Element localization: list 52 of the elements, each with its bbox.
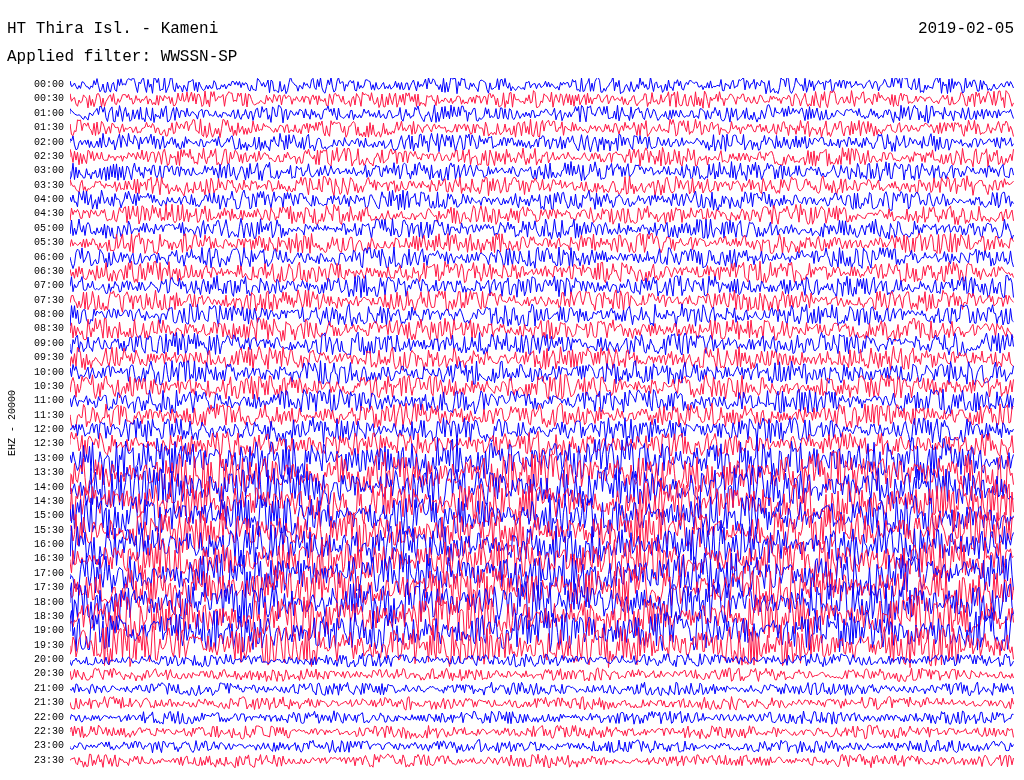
time-label: 07:30 [34, 293, 64, 308]
time-label: 12:00 [34, 423, 64, 437]
date-label: 2019-02-05 [918, 20, 1014, 40]
time-label: 01:30 [34, 121, 64, 136]
time-label: 23:30 [34, 753, 64, 768]
time-label: 15:00 [34, 509, 64, 524]
time-label: 06:00 [34, 250, 64, 265]
channel-label: EHZ - 20000 [6, 390, 18, 456]
time-label: 09:00 [34, 336, 64, 351]
time-label: 12:30 [34, 437, 64, 452]
time-label: 11:30 [34, 408, 64, 423]
time-label: 04:30 [34, 207, 64, 222]
time-label: 16:00 [34, 538, 64, 552]
time-label: 19:00 [34, 624, 64, 639]
time-label: 19:30 [34, 638, 64, 653]
time-label: 16:30 [34, 552, 64, 567]
time-label: 09:30 [34, 351, 64, 366]
time-label: 11:00 [34, 394, 64, 409]
time-label: 08:00 [34, 308, 64, 322]
time-label: 04:00 [34, 193, 64, 207]
time-label: 01:00 [34, 106, 64, 121]
time-label: 10:00 [34, 365, 64, 380]
time-label: 23:00 [34, 739, 64, 754]
time-label: 07:00 [34, 279, 64, 294]
time-label: 18:00 [34, 595, 64, 610]
time-label: 00:00 [34, 78, 64, 92]
time-label: 13:00 [34, 451, 64, 466]
station-title: HT Thira Isl. - Kameni [7, 20, 219, 40]
time-label: 08:30 [34, 322, 64, 337]
time-label: 18:30 [34, 609, 64, 624]
time-label: 10:30 [34, 379, 64, 394]
filter-label: Applied filter: WWSSN-SP [7, 48, 238, 66]
time-label: 20:30 [34, 667, 64, 682]
time-label: 03:00 [34, 164, 64, 179]
time-label: 20:00 [34, 653, 64, 667]
time-label: 05:00 [34, 221, 64, 236]
time-label: 06:30 [34, 264, 64, 279]
time-label: 17:00 [34, 566, 64, 581]
time-label: 14:00 [34, 480, 64, 495]
time-label: 21:30 [34, 696, 64, 711]
time-label: 05:30 [34, 236, 64, 251]
time-label: 22:30 [34, 724, 64, 739]
time-label: 02:00 [34, 135, 64, 150]
time-label: 03:30 [34, 178, 64, 193]
time-label: 00:30 [34, 92, 64, 107]
time-label: 14:30 [34, 494, 64, 509]
time-label: 15:30 [34, 523, 64, 538]
time-label: 17:30 [34, 581, 64, 596]
time-label: 13:30 [34, 466, 64, 481]
time-label: 02:30 [34, 149, 64, 164]
time-label: 22:00 [34, 710, 64, 725]
time-label: 21:00 [34, 681, 64, 696]
